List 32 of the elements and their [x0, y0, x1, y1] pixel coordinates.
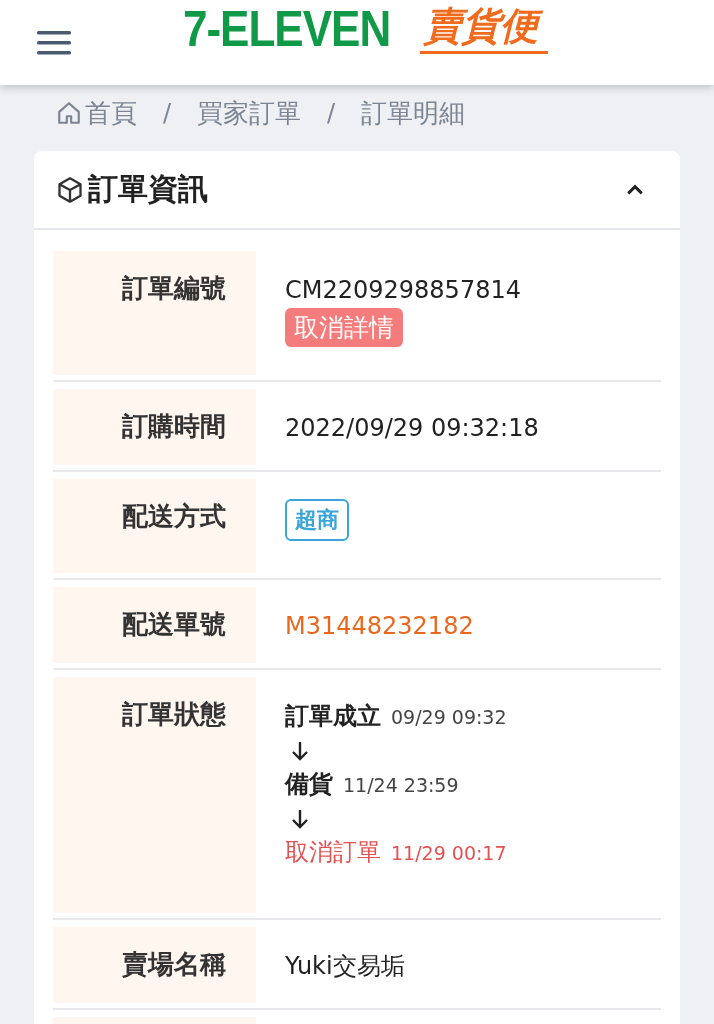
service-logo[interactable]: 賣貨便: [420, 3, 549, 54]
breadcrumb-separator: /: [163, 99, 172, 127]
menu-icon[interactable]: [37, 29, 71, 56]
status-step-time: 11/24 23:59: [343, 774, 459, 796]
collapse-chevron-icon[interactable]: [626, 183, 644, 196]
status-step-time: 11/29 00:17: [391, 842, 507, 864]
field-value: CM2209298857814: [285, 275, 521, 306]
down-arrow-icon: [290, 740, 310, 762]
breadcrumb-home-link[interactable]: 首頁: [85, 95, 137, 131]
brand-logo[interactable]: 7-ELEVEN: [183, 0, 391, 58]
field-label: 賣場名稱: [53, 927, 256, 1003]
field-label: 配送方式: [53, 479, 256, 573]
field-label: 訂單編號: [53, 251, 256, 375]
breadcrumb-separator: /: [327, 99, 336, 127]
status-step-label: 取消訂單: [285, 837, 381, 868]
cancel-details-button[interactable]: 取消詳情: [285, 308, 403, 347]
status-step-label: 訂單成立: [285, 701, 381, 732]
delivery-tag: 超商: [285, 499, 349, 541]
field-label: 訂單狀態: [53, 677, 256, 913]
down-arrow-icon: [290, 808, 310, 830]
status-step-time: 09/29 09:32: [391, 706, 507, 728]
field-value: 2022/09/29 09:32:18: [285, 413, 539, 444]
status-step-label: 備貨: [285, 769, 333, 800]
breadcrumb-current: 訂單明細: [361, 96, 466, 130]
field-label: 訂購時間: [53, 389, 256, 465]
card-title: 訂單資訊: [88, 170, 209, 208]
breadcrumb-link[interactable]: 買家訂單: [197, 95, 302, 131]
home-icon[interactable]: [56, 100, 82, 126]
field-value: Yuki交易垢: [285, 951, 405, 982]
field-label: 配送單號: [53, 587, 256, 663]
box-icon: [56, 175, 84, 204]
tracking-number-link[interactable]: M31448232182: [285, 610, 474, 642]
